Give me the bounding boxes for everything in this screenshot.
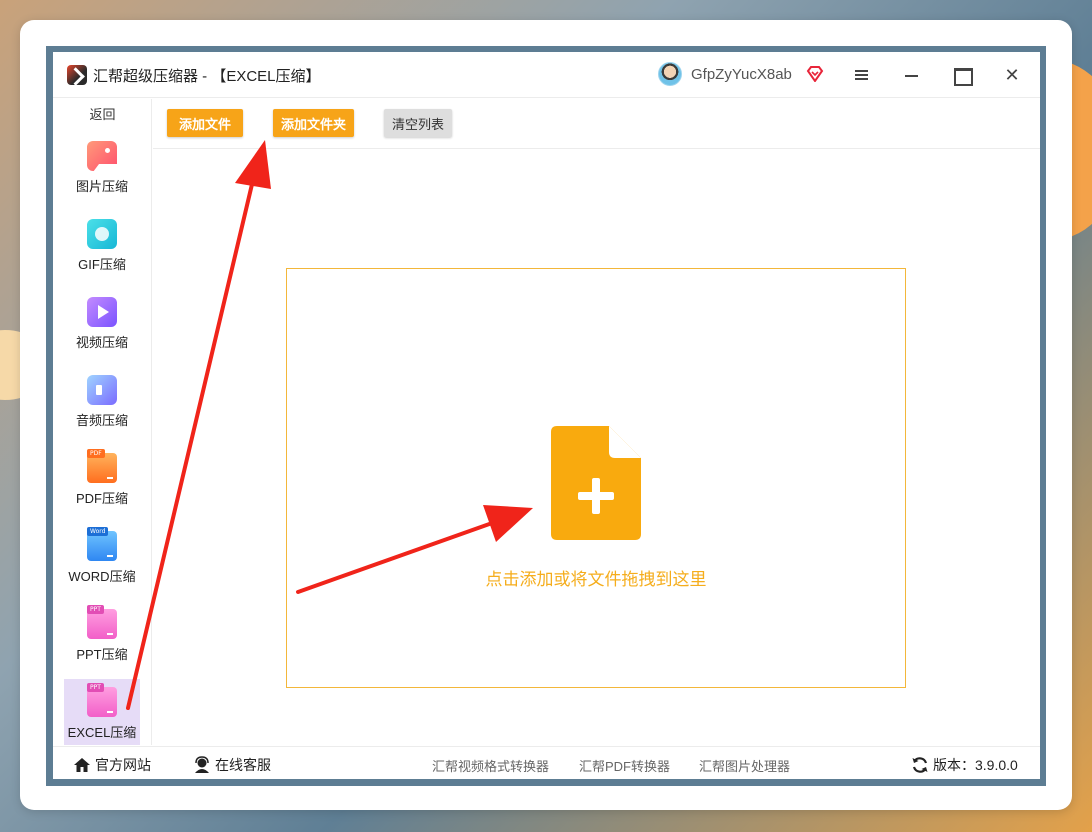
sidebar-item-label: PDF压缩: [75, 491, 128, 506]
official-site-link[interactable]: 官方网站: [73, 755, 151, 775]
pdf-icon: PDF: [87, 449, 117, 483]
title-bar: 汇帮超级压缩器 - 【EXCEL压缩】 GfpZyYucX8ab ✕: [53, 52, 1040, 98]
menu-icon[interactable]: [851, 64, 873, 86]
status-bar: 官方网站 在线客服 汇帮视频格式转换器 汇帮PDF转换器 汇帮图片处理器 版本：…: [53, 746, 1040, 779]
sidebar-item-label: WORD压缩: [68, 569, 136, 584]
official-site-label: 官方网站: [95, 757, 151, 773]
icon-tag: PDF: [87, 449, 105, 458]
sidebar-item-word-compress[interactable]: Word WORD压缩: [64, 523, 140, 593]
icon-tag: PPT: [87, 683, 104, 692]
version-info[interactable]: 版本：3.9.0.0: [911, 755, 1018, 775]
sidebar-item-label: EXCEL压缩: [67, 725, 137, 740]
word-icon: Word: [87, 527, 117, 561]
sidebar-item-label: 音频压缩: [75, 413, 128, 428]
clear-list-button[interactable]: 清空列表: [384, 109, 452, 137]
excel-icon: PPT: [87, 683, 117, 717]
customer-service-icon: [195, 756, 209, 773]
sidebar-item-label: 图片压缩: [75, 179, 128, 194]
sidebar-item-gif-compress[interactable]: GIF压缩: [64, 211, 140, 281]
add-file-button[interactable]: 添加文件: [167, 109, 243, 137]
home-icon: [74, 758, 90, 772]
video-icon: [87, 297, 117, 327]
drop-hint-text: 点击添加或将文件拖拽到这里: [485, 570, 707, 589]
online-support-label: 在线客服: [215, 757, 271, 773]
sidebar-item-image-compress[interactable]: 图片压缩: [64, 133, 140, 203]
sidebar-item-ppt-compress[interactable]: PPT PPT压缩: [64, 601, 140, 671]
app-logo-icon: [67, 65, 87, 85]
image-icon: [87, 141, 123, 172]
ppt-icon: PPT: [87, 605, 117, 639]
sidebar-item-label: 视频压缩: [75, 335, 128, 350]
user-name[interactable]: GfpZyYucX8ab: [691, 66, 792, 83]
window-title: 汇帮超级压缩器 - 【EXCEL压缩】: [93, 68, 321, 85]
sidebar-item-label: PPT压缩: [76, 647, 128, 662]
online-support-link[interactable]: 在线客服: [193, 755, 271, 775]
pdf-converter-link[interactable]: 汇帮PDF转换器: [579, 756, 670, 775]
toolbar: 添加文件 添加文件夹 清空列表: [153, 99, 1040, 149]
sidebar: 返回 图片压缩 GIF压缩 视频压缩 音频压缩 PDF PDF压缩 Word W…: [53, 99, 152, 745]
icon-tag: Word: [87, 527, 109, 536]
icon-tag: PPT: [87, 605, 104, 614]
add-file-icon: [551, 426, 641, 540]
minimize-icon[interactable]: [901, 64, 923, 86]
app-window: 汇帮超级压缩器 - 【EXCEL压缩】 GfpZyYucX8ab ✕ 返回 图片…: [53, 52, 1040, 779]
refresh-icon: [912, 757, 928, 773]
sidebar-item-label: GIF压缩: [78, 257, 126, 272]
image-processor-link[interactable]: 汇帮图片处理器: [699, 756, 790, 775]
sidebar-item-pdf-compress[interactable]: PDF PDF压缩: [64, 445, 140, 515]
file-drop-zone[interactable]: 点击添加或将文件拖拽到这里: [286, 268, 906, 688]
add-folder-button[interactable]: 添加文件夹: [273, 109, 354, 137]
video-converter-link[interactable]: 汇帮视频格式转换器: [432, 756, 549, 775]
gif-icon: [87, 219, 117, 249]
sidebar-item-video-compress[interactable]: 视频压缩: [64, 289, 140, 359]
close-icon[interactable]: ✕: [1001, 64, 1023, 86]
back-button[interactable]: 返回: [53, 104, 152, 123]
sidebar-item-audio-compress[interactable]: 音频压缩: [64, 367, 140, 437]
vip-diamond-icon[interactable]: [806, 66, 824, 82]
maximize-icon[interactable]: [951, 64, 973, 86]
sidebar-item-excel-compress[interactable]: PPT EXCEL压缩: [64, 679, 140, 745]
avatar[interactable]: [658, 62, 682, 86]
audio-icon: [87, 375, 117, 405]
version-label: 版本：3.9.0.0: [933, 757, 1018, 773]
